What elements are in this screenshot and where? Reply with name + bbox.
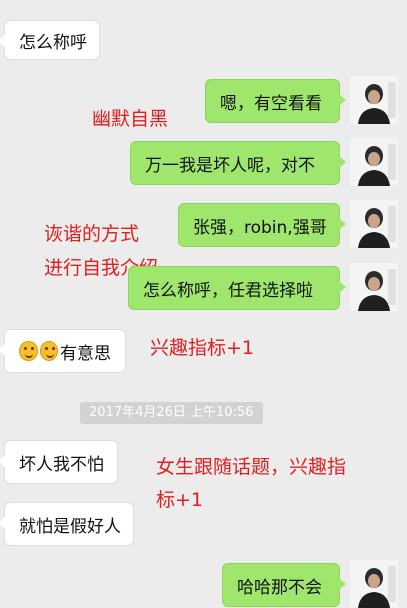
message-text: 有意思 xyxy=(60,343,111,364)
message-bubble-incoming[interactable]: 有意思 xyxy=(0,329,126,373)
avatar[interactable] xyxy=(350,200,398,248)
message-bubble-incoming[interactable]: 就怕是假好人 xyxy=(0,502,134,546)
message-text: 张强，robin,强哥 xyxy=(193,217,327,238)
grinning-face-emoji-icon xyxy=(39,341,58,361)
user-avatar-image xyxy=(350,76,398,124)
message-bubble-outgoing[interactable]: 嗯，有空看看 xyxy=(205,79,346,123)
avatar[interactable] xyxy=(350,263,398,311)
message-bubble-outgoing[interactable]: 怎么称呼，任君选择啦 xyxy=(128,266,346,310)
annotation-follow-line1: 女生跟随话题，兴趣指 xyxy=(156,456,347,478)
message-text: 哈哈那不会 xyxy=(237,577,322,598)
message-timestamp: 2017年4月26日 上午10:56 xyxy=(80,402,263,424)
avatar[interactable] xyxy=(350,560,398,608)
user-avatar-image xyxy=(350,560,398,608)
message-text: 怎么称呼 xyxy=(19,32,87,53)
grinning-face-emoji-icon xyxy=(19,341,38,361)
user-avatar-image xyxy=(350,200,398,248)
message-text: 怎么称呼，任君选择啦 xyxy=(143,280,313,301)
message-text: 就怕是假好人 xyxy=(19,516,121,537)
user-avatar-image xyxy=(350,138,398,186)
avatar[interactable] xyxy=(350,76,398,124)
message-bubble-outgoing[interactable]: 哈哈那不会 xyxy=(222,563,346,607)
annotation-humor: 幽默自黑 xyxy=(92,108,169,130)
message-bubble-incoming[interactable]: 怎么称呼 xyxy=(0,20,100,60)
message-text: 嗯，有空看看 xyxy=(220,93,322,114)
annotation-follow-line2: 标+1 xyxy=(156,489,204,511)
message-bubble-outgoing[interactable]: 张强，robin,强哥 xyxy=(178,203,346,247)
chat-window: 怎么称呼 嗯，有空看看 幽默自黑 万一我是坏人呢，对不 张强，robin,强哥 xyxy=(0,0,407,608)
message-bubble-outgoing[interactable]: 万一我是坏人呢，对不 xyxy=(130,141,346,185)
message-text: 坏人我不怕 xyxy=(19,454,104,475)
avatar[interactable] xyxy=(350,138,398,186)
annotation-witty-line1: 诙谐的方式 xyxy=(44,223,140,245)
annotation-interest: 兴趣指标+1 xyxy=(150,337,255,359)
message-bubble-incoming[interactable]: 坏人我不怕 xyxy=(0,440,118,484)
message-text: 万一我是坏人呢，对不 xyxy=(145,155,315,176)
user-avatar-image xyxy=(350,263,398,311)
